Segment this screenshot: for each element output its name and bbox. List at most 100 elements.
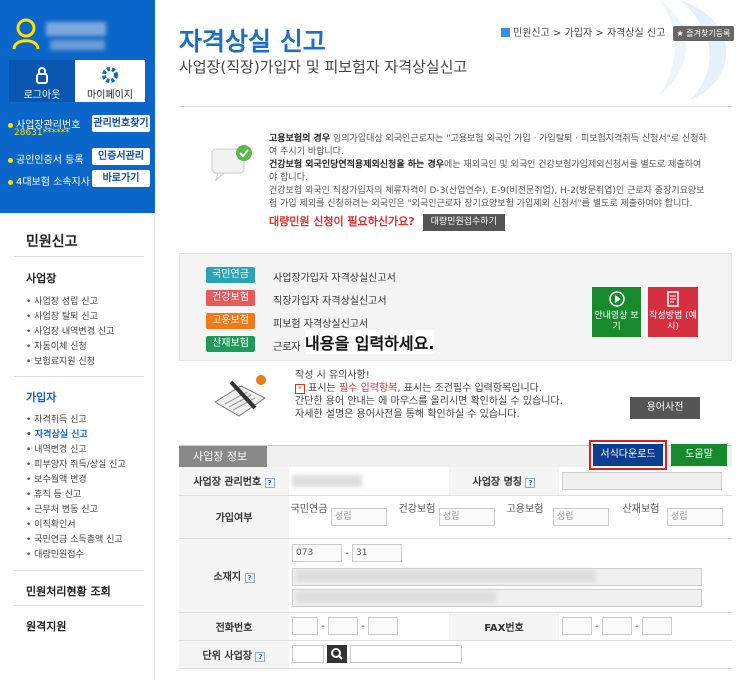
lock-icon [36,67,48,84]
menu-item-active[interactable]: 자격상실 신고 [26,427,88,440]
divider [14,256,144,257]
menu-item[interactable]: 내역변경 신고 [26,442,87,455]
mypage-button[interactable]: 마이페이지 [75,60,145,102]
divider [14,376,144,377]
menu-section-workplace[interactable]: 사업장 [26,270,56,286]
label-cell: 가입여부 [179,495,289,539]
np-status-field: 성립 [331,507,387,526]
ei-status-field: 성립 [553,507,609,526]
tag-employment-insurance: 고용보험 [206,313,255,329]
main-content: 자격상실 신고 사업장(직장)가입자 및 피보험자 자격상실신고 민원신고 > … [155,0,740,680]
form-download-button[interactable]: 서식다운로드 [589,440,667,470]
tips-text: 작성 시 유의사항! * 표시는 필수 입력항목, 표시는 조건필수 입력항목입… [295,370,563,420]
phone-field-2[interactable] [327,617,358,635]
fax-field-2[interactable] [601,617,632,635]
label-cell: 전화번호 [179,612,289,641]
hi-label: 건강보험 [398,503,436,515]
logout-label: 로그아웃 [23,90,61,101]
cert-row: 공인인증서 등록 [8,151,84,166]
label-cell: FAX번호 [449,612,559,641]
help-icon[interactable]: ? [244,572,255,583]
breadcrumb: 민원신고 > 가입자 > 자격상실 신고 ★ 즐겨찾기등록 [501,24,735,41]
divider [14,570,144,571]
tag-national-pension: 국민연금 [206,267,255,283]
ia-label: 산재보험 [622,503,660,515]
phone-field-3[interactable] [367,617,398,635]
menu-item[interactable]: 자동이체 신청 [26,339,87,352]
home-icon [501,28,510,37]
find-biz-no-button[interactable]: 관리번호찾기 [92,115,150,132]
bookmark-button[interactable]: ★ 즐겨찾기등록 [672,26,735,41]
label-cell: 사업장 명칭 ? [449,467,559,496]
menu-section-member[interactable]: 가입자 [26,389,56,405]
page-title: 자격상실 신고 [179,27,326,56]
bulk-submit-button[interactable]: 대량민원접수하기 [422,214,505,231]
form-name[interactable]: 사업장가입자 자격상실신고서 [273,269,396,284]
fax-field-3[interactable] [641,617,672,635]
menu-item[interactable]: 피부양자 취득/상실 신고 [26,457,126,470]
menu-item[interactable]: 사업장 탈퇴 신고 [26,309,98,322]
decorative-swoosh [660,0,727,100]
search-icon [331,648,343,660]
menu-item[interactable]: 보수월액 변경 [26,472,87,485]
office-goto-button[interactable]: 바로가기 [92,170,150,187]
label-cell: 단위 사업장 ? [179,640,289,669]
unit-code-field[interactable] [292,645,324,663]
logout-button[interactable]: 로그아웃 [9,60,75,102]
address-field-1 [292,567,702,586]
how-to-write-button[interactable]: 작성방법 (예시) [648,287,698,337]
gear-icon [102,67,118,83]
required-icon: * [295,384,305,394]
label-cell: 사업장 관리번호 ? [179,467,289,496]
phone-field-1[interactable] [292,617,318,635]
speech-check-icon [211,145,252,181]
zip-field-2[interactable]: 31 [351,543,402,562]
guide-video-button[interactable]: 안내영상 보기 [592,287,641,337]
tag-health-insurance: 건강보험 [206,290,255,306]
bulk-question: 대량민원 신청이 필요하신가요? [269,215,415,228]
form-name[interactable]: 피보험 자격상실신고서 [273,315,368,330]
section-title: 사업장 정보 [179,446,267,467]
page-subtitle: 사업장(직장)가입자 및 피보험자 자격상실신고 [179,58,468,76]
search-button[interactable] [327,645,348,663]
fax-field-1[interactable] [562,617,592,635]
user-name-blurred [46,22,106,36]
hi-status-field: 성립 [439,507,495,526]
menu-item[interactable]: 사업장 내역변경 신고 [26,324,114,337]
biz-no-blurred [292,474,362,487]
menu-title: 민원신고 [26,234,78,250]
biz-name-field [562,471,722,490]
play-icon [608,291,625,307]
menu-item[interactable]: 근무처 변동 신고 [26,502,98,515]
biz-no-value: 28631****** [14,128,70,138]
menu-item[interactable]: 이직확인서 [26,517,75,530]
menu-section-remote[interactable]: 원격지원 [26,618,66,634]
menu-item[interactable]: 대량민원접수 [26,547,84,560]
ia-status-field: 성립 [667,507,723,526]
label-cell: 소재지 ? [179,538,289,613]
help-button[interactable]: 도움말 [671,444,727,466]
zip-field-1[interactable]: 073 [292,543,342,562]
sidebar: 로그아웃 마이페이지 사업장관리번호 28631****** 관리번호찾기 공인… [0,0,155,680]
help-icon[interactable]: ? [525,478,536,489]
menu-item[interactable]: 국민연금 소득총액 신고 [26,532,123,545]
menu-item[interactable]: 사업장 성립 신고 [26,294,98,307]
menu-item[interactable]: 보험료지원 신청 [26,354,95,367]
mypage-label: 마이페이지 [87,90,133,101]
form-name[interactable]: 직장가입자 자격상실신고서 [273,292,387,307]
glossary-button[interactable]: 용어사전 [630,397,700,419]
menu-item[interactable]: 휴직 등 신고 [26,487,81,500]
menu-item[interactable]: 자격취득 신고 [26,412,87,425]
cert-manage-button[interactable]: 인증서관리 [92,148,150,165]
user-icon [12,18,40,50]
help-icon[interactable]: ? [255,651,266,662]
divider [179,106,732,107]
document-icon [667,291,679,307]
help-icon[interactable]: ? [264,478,275,489]
form-name[interactable]: 근로자 [273,338,301,353]
unit-name-field[interactable] [350,645,463,663]
notice-text: 고용보험의 경우 임의가입대상 외국인근로자는 "고용보험 외국인 가입 · 가… [269,133,709,231]
user-org-blurred [50,40,105,50]
menu-section-status[interactable]: 민원처리현황 조회 [26,583,111,599]
office-row: 4대보험 소속지사 [8,173,90,188]
